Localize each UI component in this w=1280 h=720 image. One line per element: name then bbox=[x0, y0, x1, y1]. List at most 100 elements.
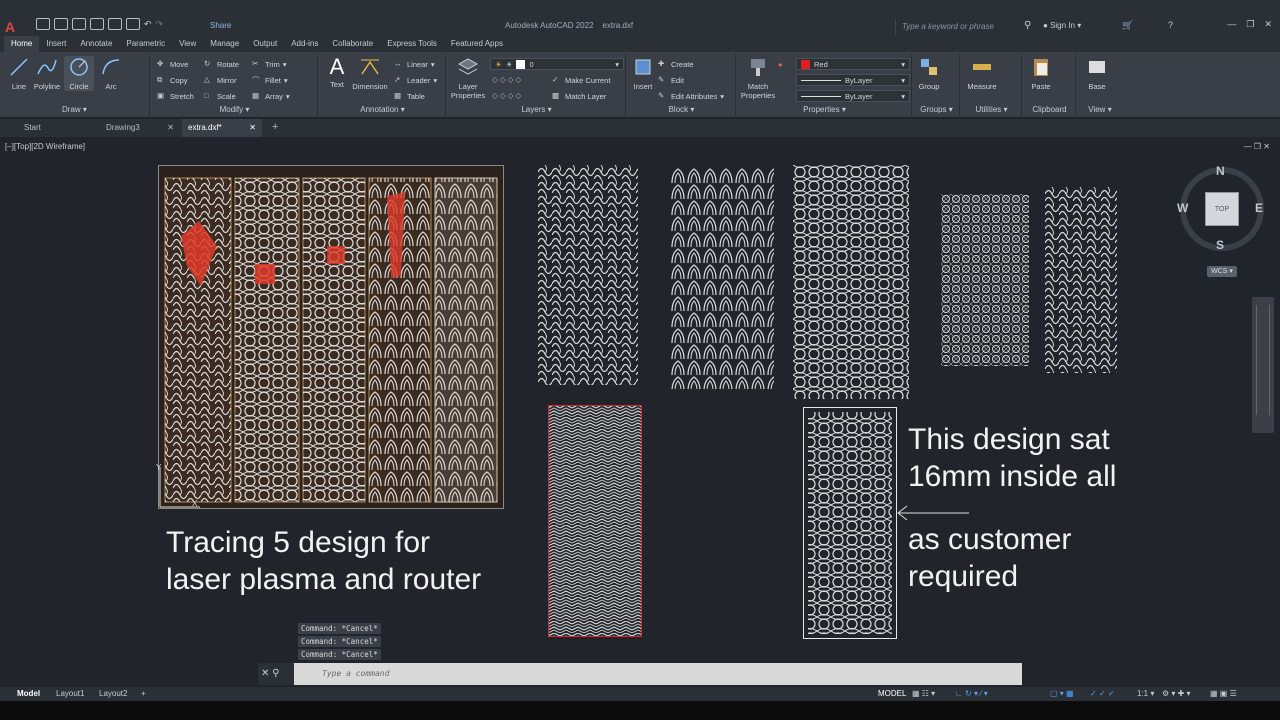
make-current-button[interactable]: ✓ Make Current bbox=[552, 75, 610, 85]
undo-icon[interactable]: ↶ bbox=[144, 19, 152, 30]
group-button[interactable]: Group bbox=[914, 56, 944, 91]
match-layer-button[interactable]: ▩ Match Layer bbox=[552, 91, 606, 101]
polyline-button[interactable]: Polyline bbox=[32, 56, 62, 91]
white-wave-pattern[interactable] bbox=[538, 165, 638, 385]
save-as-icon[interactable] bbox=[90, 18, 104, 30]
tab-parametric[interactable]: Parametric bbox=[119, 36, 172, 52]
draw-panel-title[interactable]: Draw ▾ bbox=[0, 105, 149, 114]
array-button[interactable]: ▦ Array ▾ bbox=[252, 91, 290, 101]
layer-tools-row-1[interactable]: ◇ ◇ ◇ ◇ bbox=[492, 75, 521, 84]
tab-add-ins[interactable]: Add-ins bbox=[284, 36, 325, 52]
insert-button[interactable]: Insert bbox=[628, 56, 658, 91]
command-line-controls[interactable]: ✕ ⚲ bbox=[258, 663, 294, 685]
lineweight-dropdown[interactable]: ByLayer ▾ bbox=[796, 90, 910, 102]
line-button[interactable]: Line bbox=[4, 56, 34, 91]
model-space-toggle[interactable]: MODEL bbox=[878, 687, 906, 701]
cart-icon[interactable]: 🛒 bbox=[1122, 20, 1133, 31]
close-tab-icon[interactable]: ✕ bbox=[249, 119, 256, 137]
annotation-panel-title[interactable]: Annotation ▾ bbox=[320, 105, 445, 114]
minimize-icon[interactable]: — bbox=[1227, 19, 1236, 30]
properties-panel-title[interactable]: Properties ▾ bbox=[738, 105, 911, 114]
gear-icon[interactable]: ⚙ ▾ ✚ ▾ bbox=[1162, 687, 1191, 701]
block-panel-title[interactable]: Block ▾ bbox=[628, 105, 735, 114]
layer-dropdown[interactable]: ☀ ☀ 0 ▾ bbox=[490, 58, 624, 70]
red-leaf-pattern[interactable] bbox=[670, 167, 774, 389]
fillet-button[interactable]: ⌒ Fillet ▾ bbox=[252, 75, 288, 86]
navigation-bar[interactable] bbox=[1252, 297, 1274, 433]
viewcube-top-face[interactable]: TOP bbox=[1205, 192, 1239, 226]
file-tab-start[interactable]: Start bbox=[18, 119, 98, 137]
compass-south[interactable]: S bbox=[1216, 238, 1224, 252]
tab-annotate[interactable]: Annotate bbox=[73, 36, 119, 52]
search-input[interactable]: Type a keyword or phrase bbox=[895, 19, 1035, 35]
rotate-button[interactable]: ↻ Rotate bbox=[204, 59, 239, 69]
color-dropdown[interactable]: Red ▾ bbox=[796, 58, 910, 70]
annotation-scale-icons[interactable]: ✓ ✓ ✓ bbox=[1090, 687, 1115, 701]
layer-tools-row-2[interactable]: ◇ ◇ ◇ ◇ bbox=[492, 91, 521, 100]
redo-icon[interactable]: ↷ bbox=[156, 19, 164, 30]
open-icon[interactable] bbox=[54, 18, 68, 30]
scale-button[interactable]: □ Scale bbox=[204, 91, 236, 101]
arc-button[interactable]: Arc bbox=[96, 56, 126, 91]
restore-icon[interactable]: ❐ bbox=[1246, 19, 1254, 30]
viewport-controls-label[interactable]: [–][Top][2D Wireframe] bbox=[5, 142, 85, 151]
close-icon[interactable]: ✕ bbox=[1264, 19, 1272, 30]
panel-photo-reference[interactable] bbox=[158, 165, 504, 509]
tab-manage[interactable]: Manage bbox=[203, 36, 246, 52]
save-icon[interactable] bbox=[72, 18, 86, 30]
measure-button[interactable]: Measure bbox=[964, 56, 1000, 91]
add-layout-button[interactable]: + bbox=[141, 687, 146, 701]
tab-express-tools[interactable]: Express Tools bbox=[380, 36, 444, 52]
snap-icons[interactable]: ∟ ↻ ▾ ∕ ▾ bbox=[955, 687, 988, 701]
osnap-icons[interactable]: ▢ ▾ ▦ bbox=[1050, 687, 1074, 701]
match-properties-button[interactable]: Match Properties bbox=[740, 56, 776, 100]
palette-icon[interactable]: ● bbox=[778, 60, 783, 69]
autocad-logo-icon[interactable]: A bbox=[5, 20, 17, 34]
layer-properties-button[interactable]: Layer Properties bbox=[450, 56, 486, 100]
tab-home[interactable]: Home bbox=[4, 36, 40, 52]
magenta-wave-pattern[interactable] bbox=[1045, 187, 1117, 373]
linetype-dropdown[interactable]: ByLayer ▾ bbox=[796, 74, 910, 86]
tab-featured-apps[interactable]: Featured Apps bbox=[444, 36, 510, 52]
new-tab-button[interactable]: + bbox=[266, 119, 286, 137]
edit-block-button[interactable]: ✎ Edit bbox=[658, 75, 684, 85]
sign-in-button[interactable]: ● Sign In ▾ bbox=[1043, 21, 1081, 30]
dimension-button[interactable]: Dimension bbox=[352, 56, 388, 91]
help-icon[interactable]: ? bbox=[1168, 20, 1173, 30]
plot-icon[interactable] bbox=[126, 18, 140, 30]
compass-north[interactable]: N bbox=[1216, 164, 1225, 178]
linear-button[interactable]: ↔ Linear ▾ bbox=[394, 59, 435, 69]
viewport-window-controls[interactable]: — ❐ ✕ bbox=[1244, 142, 1270, 151]
modify-panel-title[interactable]: Modify ▾ bbox=[152, 105, 317, 114]
utilities-panel-title[interactable]: Utilities ▾ bbox=[962, 105, 1021, 114]
drawing-viewport[interactable]: [–][Top][2D Wireframe] — ❐ ✕ Y X Tracing… bbox=[0, 137, 1280, 687]
stretch-button[interactable]: ▣ Stretch bbox=[157, 91, 194, 101]
text-button[interactable]: A Text bbox=[322, 56, 352, 90]
circle-button[interactable]: Circle bbox=[64, 56, 94, 91]
wcs-menu[interactable]: WCS ▾ bbox=[1207, 266, 1237, 277]
tab-layout1[interactable]: Layout1 bbox=[56, 687, 84, 701]
offset-chain-pattern[interactable] bbox=[803, 407, 897, 639]
share-button[interactable]: Share bbox=[210, 21, 231, 30]
weave-pattern-selected[interactable] bbox=[548, 405, 642, 637]
open-web-icon[interactable] bbox=[108, 18, 122, 30]
table-button[interactable]: ▦ Table bbox=[394, 91, 425, 101]
layers-panel-title[interactable]: Layers ▾ bbox=[448, 105, 625, 114]
tab-insert[interactable]: Insert bbox=[39, 36, 73, 52]
leader-button[interactable]: ↗ Leader ▾ bbox=[394, 75, 437, 85]
groups-panel-title[interactable]: Groups ▾ bbox=[914, 105, 959, 114]
new-icon[interactable] bbox=[36, 18, 50, 30]
mirror-button[interactable]: △ Mirror bbox=[204, 75, 237, 85]
paste-button[interactable]: Paste bbox=[1026, 56, 1056, 91]
view-panel-title[interactable]: View ▾ bbox=[1078, 105, 1122, 114]
scale-dropdown[interactable]: 1:1 ▾ bbox=[1137, 687, 1154, 701]
tab-model[interactable]: Model bbox=[17, 687, 40, 701]
compass-east[interactable]: E bbox=[1255, 201, 1263, 215]
tab-output[interactable]: Output bbox=[246, 36, 284, 52]
tab-collaborate[interactable]: Collaborate bbox=[325, 36, 380, 52]
file-tab-drawing3[interactable]: Drawing3 ✕ bbox=[100, 119, 180, 137]
edit-attributes-button[interactable]: ✎ Edit Attributes ▾ bbox=[658, 91, 724, 101]
create-block-button[interactable]: ✚ Create bbox=[658, 59, 694, 69]
cyan-grid-pattern[interactable] bbox=[941, 194, 1029, 366]
compass-west[interactable]: W bbox=[1177, 201, 1188, 215]
